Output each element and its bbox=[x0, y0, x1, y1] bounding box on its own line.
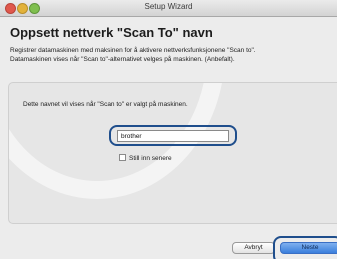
scan-to-name-input[interactable] bbox=[117, 130, 229, 142]
setup-wizard-window: Setup Wizard Oppsett nettverk "Scan To" … bbox=[0, 0, 337, 259]
title-bar: Setup Wizard bbox=[0, 0, 337, 17]
set-later-checkbox-row[interactable]: Still inn senere bbox=[119, 154, 172, 162]
instruction-text: Dette navnet vil vises når "Scan to" er … bbox=[23, 101, 188, 108]
window-title: Setup Wizard bbox=[144, 2, 193, 11]
set-later-checkbox[interactable] bbox=[119, 154, 126, 161]
intro-text: Registrer datamaskinen med maksinen for … bbox=[10, 46, 335, 64]
next-button[interactable]: Neste bbox=[280, 242, 337, 254]
intro-line-2: Datamaskinen vises når "Scan to"-alterna… bbox=[10, 56, 235, 63]
page-title: Oppsett nettverk "Scan To" navn bbox=[10, 25, 213, 40]
cancel-button[interactable]: Avbryt bbox=[232, 242, 275, 254]
intro-line-1: Registrer datamaskinen med maksinen for … bbox=[10, 47, 256, 54]
set-later-label: Still inn senere bbox=[129, 155, 172, 162]
